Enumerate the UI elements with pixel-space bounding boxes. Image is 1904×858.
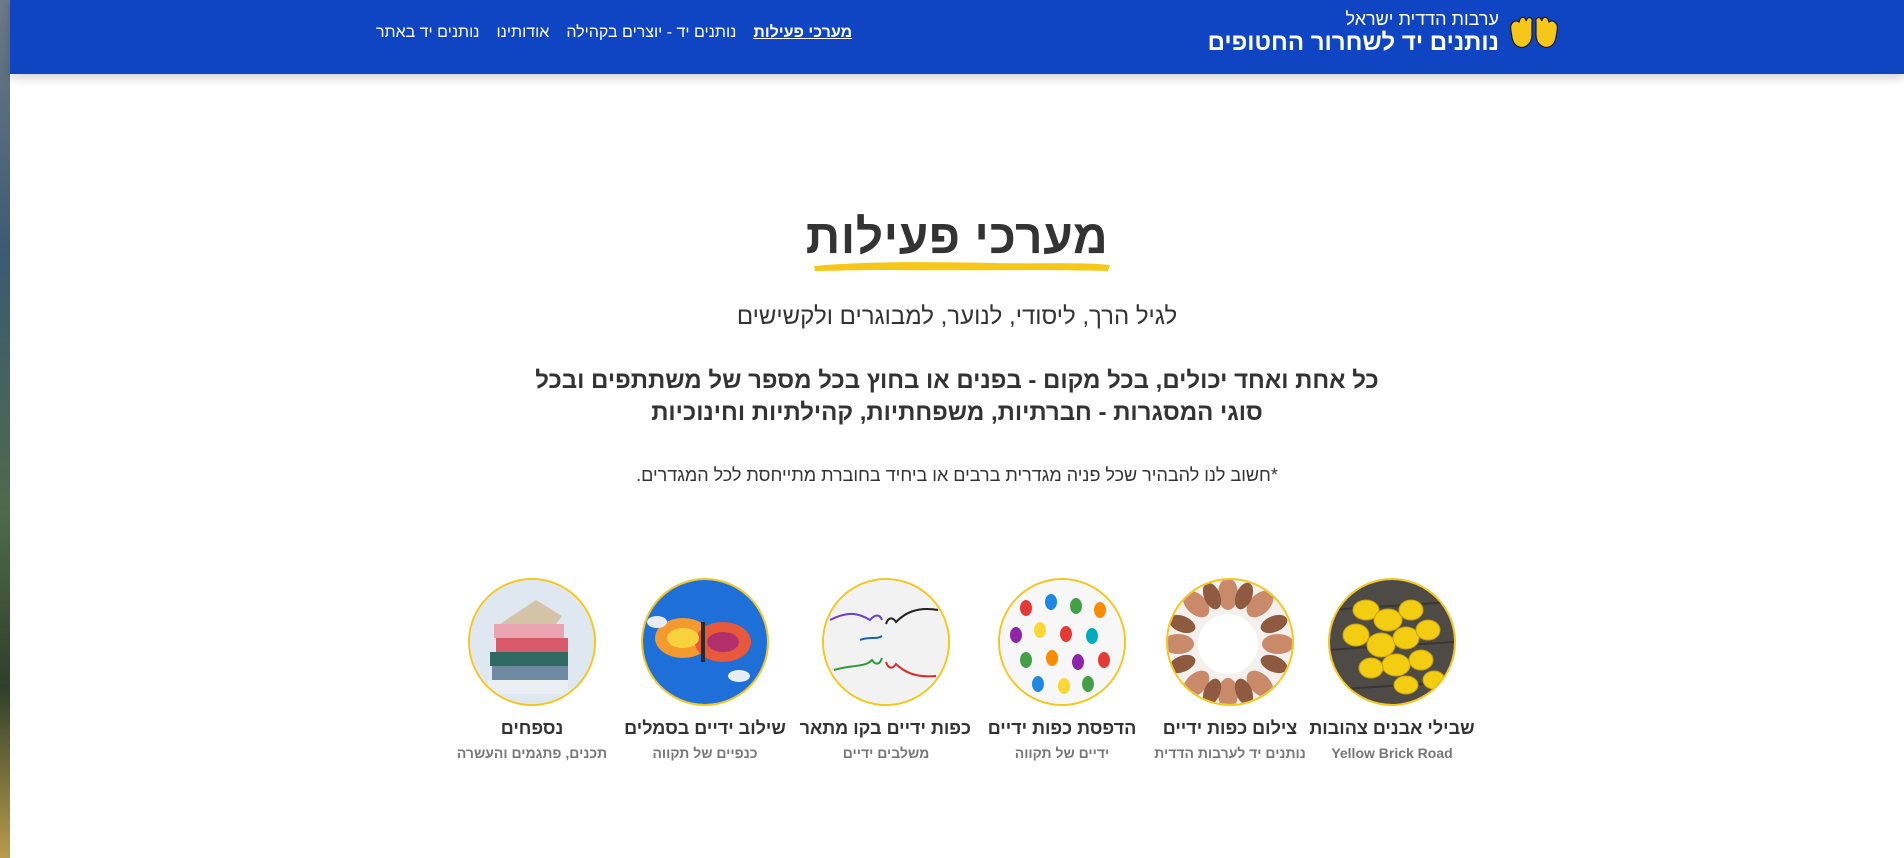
activity-subtitle: נותנים יד לערבות הדדית [1154,745,1306,761]
hands-circle-image [1166,578,1294,706]
nav-link-give-hand-site[interactable]: נותנים יד באתר [376,24,479,42]
activity-title: שבילי אבנים צהובות [1309,718,1475,738]
activity-subtitle: משלבים ידיים [842,745,930,761]
brand-title: נותנים יד לשחרור החטופים [1207,28,1499,56]
activity-card-handprints[interactable]: הדפסת כפות ידיים ידיים של תקווה [977,578,1147,761]
activity-subtitle: ידיים של תקווה [1014,745,1110,761]
yellow-hands-icon [1510,16,1558,49]
activity-title: נספחים [500,718,564,738]
activity-title: שילוב ידיים בסמלים [624,718,786,738]
activity-title: צילום כפות ידיים [1162,718,1298,738]
yellow-stones-image [1328,578,1456,706]
activity-subtitle: Yellow Brick Road [1331,745,1453,761]
colorful-handprints-image [998,578,1126,706]
background-edge [0,0,10,858]
brand-tagline: ערבות הדדית ישראל [1345,9,1499,29]
page-title: מערכי פעילות [805,210,1111,271]
main-nav: מערכי פעילות נותנים יד - יוצרים בקהילה א… [376,24,852,42]
page-title-text: מערכי פעילות [805,211,1109,264]
activity-card-outline-hands[interactable]: כפות ידיים בקו מתאר משלבים ידיים [799,578,971,761]
activity-card-symbol-hands[interactable]: שילוב ידיים בסמלים כנפיים של תקווה [620,578,790,761]
activity-card-hands-photo[interactable]: צילום כפות ידיים נותנים יד לערבות הדדית [1145,578,1315,761]
activity-card-yellow-stones[interactable]: שבילי אבנים צהובות Yellow Brick Road [1307,578,1477,761]
outline-hands-image [822,578,950,706]
gender-note: *חשוב לנו להבהיר שכל פניה מגדרית ברבים א… [636,465,1278,485]
activity-subtitle: תכנים, פתגמים והעשרה [456,745,608,761]
butterfly-hands-image [641,578,769,706]
activities-grid: שבילי אבנים צהובות Yellow Brick Road ציל… [10,578,1904,778]
page: ערבות הדדית ישראל נותנים יד לשחרור החטופ… [10,0,1904,858]
audience-subtitle: לגיל הרך, ליסודי, לנוער, למבוגרים ולקשיש… [736,303,1178,330]
activity-card-appendices[interactable]: נספחים תכנים, פתגמים והעשרה [447,578,617,761]
activity-title: כפות ידיים בקו מתאר [799,718,971,738]
nav-link-community-creators[interactable]: נותנים יד - יוצרים בקהילה [566,24,736,42]
top-navigation-bar: ערבות הדדית ישראל נותנים יד לשחרור החטופ… [10,0,1904,74]
nav-link-about[interactable]: אודותינו [496,24,549,42]
activity-subtitle: כנפיים של תקווה [652,745,758,761]
nav-link-activities[interactable]: מערכי פעילות [753,24,852,42]
brand[interactable]: ערבות הדדית ישראל נותנים יד לשחרור החטופ… [1207,9,1561,56]
activity-title: הדפסת כפות ידיים [987,718,1137,738]
lead-paragraph: כל אחת ואחד יכולים, בכל מקום - בפנים או … [535,367,1379,427]
books-stack-image [468,578,596,706]
